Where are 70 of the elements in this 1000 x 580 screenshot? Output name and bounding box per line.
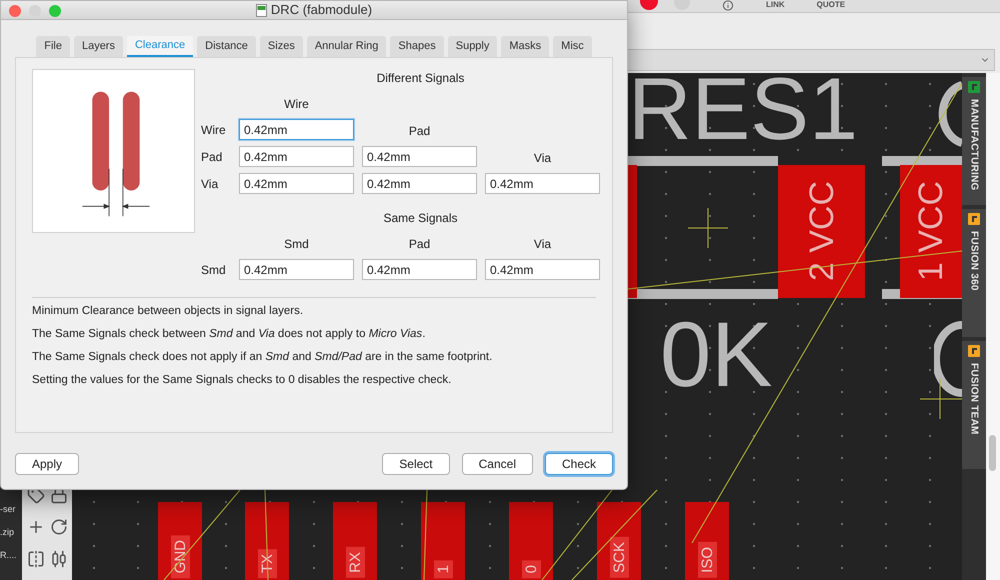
document-icon bbox=[256, 4, 267, 16]
component-name: RES1 bbox=[628, 73, 858, 153]
column-header: Via bbox=[532, 236, 552, 253]
input-field[interactable]: 0.42mm bbox=[239, 119, 354, 140]
tab[interactable]: Layers bbox=[74, 36, 123, 57]
section-heading: Same Signals bbox=[382, 210, 458, 227]
window-title: DRC (fabmodule) bbox=[270, 1, 372, 20]
help-text: The Same Signals check does not apply if an Smd and Smd/Pad are in the same footprint. bbox=[32, 350, 494, 365]
pad-label: 0 bbox=[522, 560, 540, 578]
input-field[interactable]: 0.42mm bbox=[485, 173, 600, 194]
tab[interactable]: Distance bbox=[197, 36, 256, 57]
help-text: Setting the values for the Same Signals checks to 0 disables the respective check. bbox=[32, 373, 452, 388]
column-header: Via bbox=[532, 150, 552, 167]
pad-label: GND bbox=[170, 534, 190, 578]
side-tab[interactable]: FUSION TEAM bbox=[962, 341, 986, 469]
pad-label: RX bbox=[346, 547, 364, 578]
rotate-icon[interactable] bbox=[50, 518, 68, 536]
dialog-button[interactable]: Select bbox=[382, 453, 450, 475]
crosshair-drawing bbox=[920, 378, 962, 420]
row-label: Smd bbox=[201, 262, 227, 278]
tab[interactable]: Misc bbox=[553, 36, 592, 57]
dialog-button[interactable]: Check bbox=[544, 453, 613, 475]
pad-label: 1 bbox=[434, 560, 452, 578]
pad-label: 2 VCC bbox=[804, 181, 838, 282]
tab[interactable]: Masks bbox=[501, 36, 550, 57]
row-label: Via bbox=[201, 176, 220, 192]
mirror-icon[interactable] bbox=[26, 550, 44, 568]
column-header: Pad bbox=[408, 123, 432, 140]
file-name: -ser bbox=[0, 505, 16, 514]
side-tab-label: MANUFACTURING bbox=[968, 99, 980, 191]
help-text: The Same Signals check between Smd and Via does not apply to Micro Vias. bbox=[32, 327, 426, 342]
help-text: Minimum Clearance between objects in signal layers. bbox=[32, 304, 304, 319]
section-heading: Different Signals bbox=[376, 70, 464, 87]
input-field[interactable]: 0.42mm bbox=[239, 259, 354, 280]
pad-label: SCK bbox=[610, 537, 628, 578]
toolbar-button[interactable]: QUOTE bbox=[816, 0, 846, 10]
column-header: Wire bbox=[283, 96, 310, 113]
side-tab-label: FUSION 360 bbox=[968, 231, 980, 291]
input-field[interactable]: 0.42mm bbox=[239, 146, 354, 167]
side-tab-label: FUSION TEAM bbox=[968, 363, 980, 435]
input-field[interactable]: 0.42mm bbox=[239, 173, 354, 194]
tab[interactable]: File bbox=[36, 36, 70, 57]
dialog-button[interactable]: Cancel bbox=[462, 453, 533, 475]
tab[interactable]: Supply bbox=[448, 36, 498, 57]
tab[interactable]: Shapes bbox=[390, 36, 444, 57]
component-value: 0K bbox=[660, 309, 773, 401]
file-name: R.... bbox=[0, 551, 18, 560]
crosshair-drawing bbox=[688, 208, 728, 248]
toolbar-button[interactable]: LINK bbox=[766, 0, 785, 10]
row-label: Wire bbox=[201, 122, 227, 138]
pad-label: ISO bbox=[698, 542, 716, 578]
column-header: Pad bbox=[408, 236, 432, 253]
row-label: Pad bbox=[201, 148, 224, 166]
record-button[interactable] bbox=[640, 0, 658, 10]
align-icon[interactable] bbox=[50, 550, 68, 568]
column-header: Smd bbox=[283, 236, 310, 253]
input-field[interactable]: 0.42mm bbox=[362, 146, 477, 167]
tab[interactable]: Annular Ring bbox=[306, 36, 386, 57]
pad-label: TX bbox=[258, 548, 276, 578]
pad-label: 1 VCC bbox=[914, 181, 948, 282]
side-tab[interactable]: MANUFACTURING bbox=[962, 77, 986, 205]
tab[interactable]: Sizes bbox=[260, 36, 303, 57]
scrollbar-thumb[interactable] bbox=[989, 435, 996, 471]
input-field[interactable]: 0.42mm bbox=[362, 259, 477, 280]
info-icon[interactable] bbox=[722, 0, 734, 11]
file-name: .zip bbox=[0, 528, 16, 537]
side-tab[interactable]: FUSION 360 bbox=[962, 209, 986, 337]
dialog-button[interactable]: Apply bbox=[15, 453, 80, 475]
input-field[interactable]: 0.42mm bbox=[485, 259, 600, 280]
input-field[interactable]: 0.42mm bbox=[362, 173, 477, 194]
